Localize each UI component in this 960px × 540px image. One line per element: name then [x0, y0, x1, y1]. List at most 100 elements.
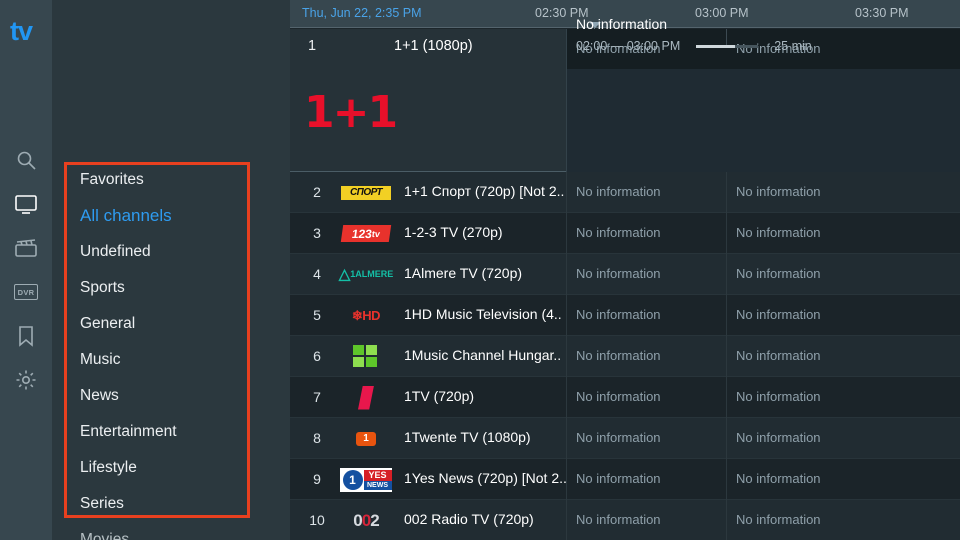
- category-item-lifestyle[interactable]: Lifestyle: [52, 450, 290, 486]
- sport-logo: СПОРТ: [338, 177, 394, 208]
- row-sep-1: [566, 377, 567, 418]
- program-cell-1[interactable]: No information: [576, 471, 661, 486]
- program-cell-2[interactable]: No information: [736, 307, 821, 322]
- row-sep-2: [726, 172, 727, 213]
- row-sep-1: [566, 254, 567, 295]
- row-sep-1: [566, 500, 567, 540]
- table-row[interactable]: 6 1Music Channel Hungar.. No information…: [290, 336, 960, 377]
- program-progress-fill: [696, 44, 735, 48]
- program-detail: No information 02:00 — 03:00 PM 25 min: [576, 16, 956, 53]
- channel-name: 1Yes News (720p) [Not 2..: [404, 470, 567, 486]
- row-sep-2: [726, 213, 727, 254]
- program-cell-2[interactable]: No information: [736, 512, 821, 527]
- category-list: Favorites All channels Undefined Sports …: [52, 162, 290, 540]
- channel-name: 002 Radio TV (720p): [404, 511, 534, 527]
- category-item-music[interactable]: Music: [52, 342, 290, 378]
- 002radio-logo: 002: [353, 510, 379, 530]
- category-item-all-channels[interactable]: All channels: [52, 198, 290, 234]
- program-cell-1[interactable]: No information: [576, 348, 661, 363]
- program-progress-bar: [696, 44, 759, 48]
- program-title: No information: [576, 16, 668, 32]
- channel-logo-1plus1: 1+1: [304, 87, 398, 138]
- category-item-favorites[interactable]: Favorites: [52, 162, 290, 198]
- program-cell-2[interactable]: No information: [736, 389, 821, 404]
- channel-number: 7: [313, 389, 321, 405]
- selected-divider: [566, 29, 567, 172]
- row-sep-1: [566, 295, 567, 336]
- category-item-series[interactable]: Series: [52, 486, 290, 522]
- channel-number: 8: [313, 430, 321, 446]
- program-time-range: 02:00 — 03:00 PM: [576, 39, 681, 53]
- program-guide: Thu, Jun 22, 2:35 PM 02:30 PM 03:00 PM 0…: [290, 0, 960, 540]
- program-cell-1[interactable]: No information: [576, 184, 661, 199]
- program-cell-1[interactable]: No information: [576, 389, 661, 404]
- table-row[interactable]: 3 123 tv 1-2-3 TV (270p) No information N…: [290, 213, 960, 254]
- category-item-sports[interactable]: Sports: [52, 270, 290, 306]
- 123tv-logo: 123 tv: [338, 218, 394, 249]
- selected-channel-block[interactable]: 1 1+1 (1080p) 1+1: [290, 29, 566, 172]
- almere-logo: △ 1ALMERE: [338, 265, 394, 283]
- channel-name: 1HD Music Television (4..: [404, 306, 562, 322]
- program-remaining: 25 min: [774, 39, 812, 53]
- channel-name: 1Music Channel Hungar..: [404, 347, 562, 363]
- 1hd-logo: ❄HD: [351, 307, 381, 323]
- current-datetime: Thu, Jun 22, 2:35 PM: [302, 6, 422, 20]
- channel-number: 5: [313, 307, 321, 323]
- row-sep-2: [726, 418, 727, 459]
- movies-clapper-icon[interactable]: [14, 236, 38, 260]
- program-cell-1[interactable]: No information: [576, 430, 661, 445]
- program-cell-2[interactable]: No information: [736, 225, 821, 240]
- table-row[interactable]: 2 СПОРТ 1+1 Спорт (720p) [Not 2.. No inf…: [290, 172, 960, 213]
- dvr-icon[interactable]: DVR: [14, 280, 38, 304]
- epg-screen: tv DVR Favorites All channels Undefined …: [0, 0, 960, 540]
- selected-channel-number: 1: [308, 38, 317, 54]
- program-cell-2[interactable]: No information: [736, 266, 821, 281]
- 1tv-logo: [338, 382, 394, 413]
- table-row[interactable]: 9 1 YES NEWS 1Yes News (720p) [Not 2.. No …: [290, 459, 960, 500]
- table-row[interactable]: 10 002 002 Radio TV (720p) No informatio…: [290, 500, 960, 540]
- channel-number: 4: [313, 266, 321, 282]
- category-item-entertainment[interactable]: Entertainment: [52, 414, 290, 450]
- row-sep-1: [566, 213, 567, 254]
- 1yesnews-logo: 1 YES NEWS: [338, 464, 394, 495]
- program-cell-2[interactable]: No information: [736, 430, 821, 445]
- category-item-general[interactable]: General: [52, 306, 290, 342]
- program-cell-2[interactable]: No information: [736, 471, 821, 486]
- program-cell-2[interactable]: No information: [736, 348, 821, 363]
- program-cell-2[interactable]: No information: [736, 184, 821, 199]
- table-row[interactable]: 7 1TV (720p) No information No informati…: [290, 377, 960, 418]
- gear-icon[interactable]: [14, 368, 38, 392]
- row-sep-2: [726, 336, 727, 377]
- channel-number: 6: [313, 348, 321, 364]
- channel-number: 3: [313, 225, 321, 241]
- program-cell-1[interactable]: No information: [576, 225, 661, 240]
- search-icon[interactable]: [14, 148, 38, 172]
- row-sep-2: [726, 500, 727, 540]
- app-logo: tv: [10, 16, 33, 46]
- selected-channel-name: 1+1 (1080p): [394, 38, 473, 54]
- table-row[interactable]: 4 △ 1ALMERE 1Almere TV (720p) No informat…: [290, 254, 960, 295]
- row-sep-1: [566, 418, 567, 459]
- row-sep-2: [726, 254, 727, 295]
- category-item-undefined[interactable]: Undefined: [52, 234, 290, 270]
- channel-number: 2: [313, 184, 321, 200]
- bookmark-icon[interactable]: [14, 324, 38, 348]
- category-item-movies[interactable]: Movies: [52, 522, 290, 540]
- 1twente-logo: 1: [338, 423, 394, 454]
- program-cell-1[interactable]: No information: [576, 512, 661, 527]
- channel-name: 1Almere TV (720p): [404, 265, 523, 281]
- category-item-news[interactable]: News: [52, 378, 290, 414]
- program-cell-1[interactable]: No information: [576, 307, 661, 322]
- channel-name: 1+1 Спорт (720p) [Not 2..: [404, 183, 565, 199]
- tv-icon[interactable]: [14, 192, 38, 216]
- row-sep-1: [566, 336, 567, 377]
- table-row[interactable]: 8 1 1Twente TV (1080p) No information No…: [290, 418, 960, 459]
- channel-number: 10: [309, 512, 325, 528]
- row-sep-2: [726, 295, 727, 336]
- row-sep-2: [726, 377, 727, 418]
- icon-rail: tv DVR: [0, 0, 52, 540]
- table-row[interactable]: 5 ❄HD 1HD Music Television (4.. No infor…: [290, 295, 960, 336]
- channel-number: 9: [313, 471, 321, 487]
- channel-name: 1Twente TV (1080p): [404, 429, 531, 445]
- program-cell-1[interactable]: No information: [576, 266, 661, 281]
